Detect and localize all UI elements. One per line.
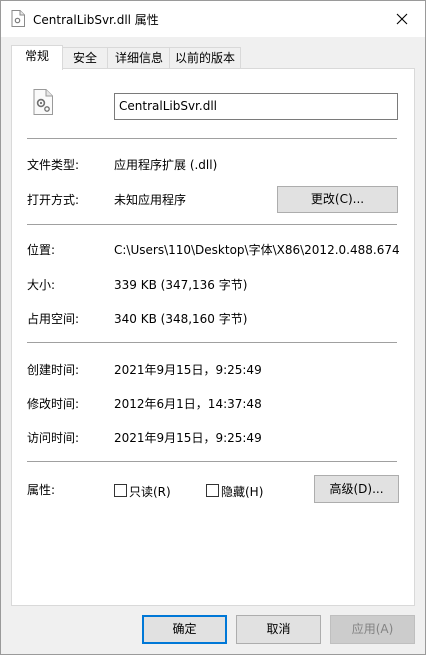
tab-previous-versions[interactable]: 以前的版本 xyxy=(169,47,241,68)
hidden-label[interactable]: 隐藏(H) xyxy=(221,483,263,500)
location-value: C:\Users\110\Desktop\字体\X86\2012.0.488.6… xyxy=(114,243,400,257)
location-label: 位置: xyxy=(27,243,56,257)
general-tab-panel xyxy=(11,68,415,606)
advanced-button[interactable]: 高级(D)... xyxy=(314,475,399,503)
readonly-label[interactable]: 只读(R) xyxy=(129,483,171,500)
created-value: 2021年9月15日，9:25:49 xyxy=(114,363,262,377)
size-on-disk-label: 占用空间: xyxy=(27,312,80,326)
open-with-value: 未知应用程序 xyxy=(114,193,187,207)
separator xyxy=(27,224,397,225)
window-title: CentralLibSvr.dll 属性 xyxy=(33,13,159,27)
properties-dialog: CentralLibSvr.dll 属性 常规 安全 详细信息 以前的版本 Ce… xyxy=(0,0,426,655)
tab-general[interactable]: 常规 xyxy=(11,45,63,70)
apply-button[interactable]: 应用(A) xyxy=(330,615,415,644)
close-button[interactable] xyxy=(379,1,425,37)
size-value: 339 KB (347,136 字节) xyxy=(114,278,248,292)
change-button[interactable]: 更改(C)... xyxy=(277,186,398,213)
ok-button[interactable]: 确定 xyxy=(142,615,227,644)
hidden-checkbox[interactable] xyxy=(206,484,219,497)
dll-file-icon xyxy=(11,10,25,27)
attributes-label: 属性: xyxy=(27,483,56,497)
accessed-value: 2021年9月15日，9:25:49 xyxy=(114,431,262,445)
size-label: 大小: xyxy=(27,278,56,292)
modified-value: 2012年6月1日，14:37:48 xyxy=(114,397,262,411)
separator xyxy=(27,461,397,462)
readonly-checkbox[interactable] xyxy=(114,484,127,497)
tab-security[interactable]: 安全 xyxy=(61,47,109,68)
file-type-label: 文件类型: xyxy=(27,158,80,172)
separator xyxy=(27,342,397,343)
file-settings-icon xyxy=(33,89,53,115)
modified-label: 修改时间: xyxy=(27,397,80,411)
close-icon xyxy=(396,13,408,25)
file-name-field[interactable]: CentralLibSvr.dll xyxy=(114,93,398,120)
accessed-label: 访问时间: xyxy=(27,431,80,445)
size-on-disk-value: 340 KB (348,160 字节) xyxy=(114,312,248,326)
file-type-value: 应用程序扩展 (.dll) xyxy=(114,158,218,172)
cancel-button[interactable]: 取消 xyxy=(236,615,321,644)
created-label: 创建时间: xyxy=(27,363,80,377)
separator xyxy=(27,138,397,139)
open-with-label: 打开方式: xyxy=(27,193,80,207)
tab-details[interactable]: 详细信息 xyxy=(107,47,171,68)
title-bar[interactable]: CentralLibSvr.dll 属性 xyxy=(1,1,425,37)
